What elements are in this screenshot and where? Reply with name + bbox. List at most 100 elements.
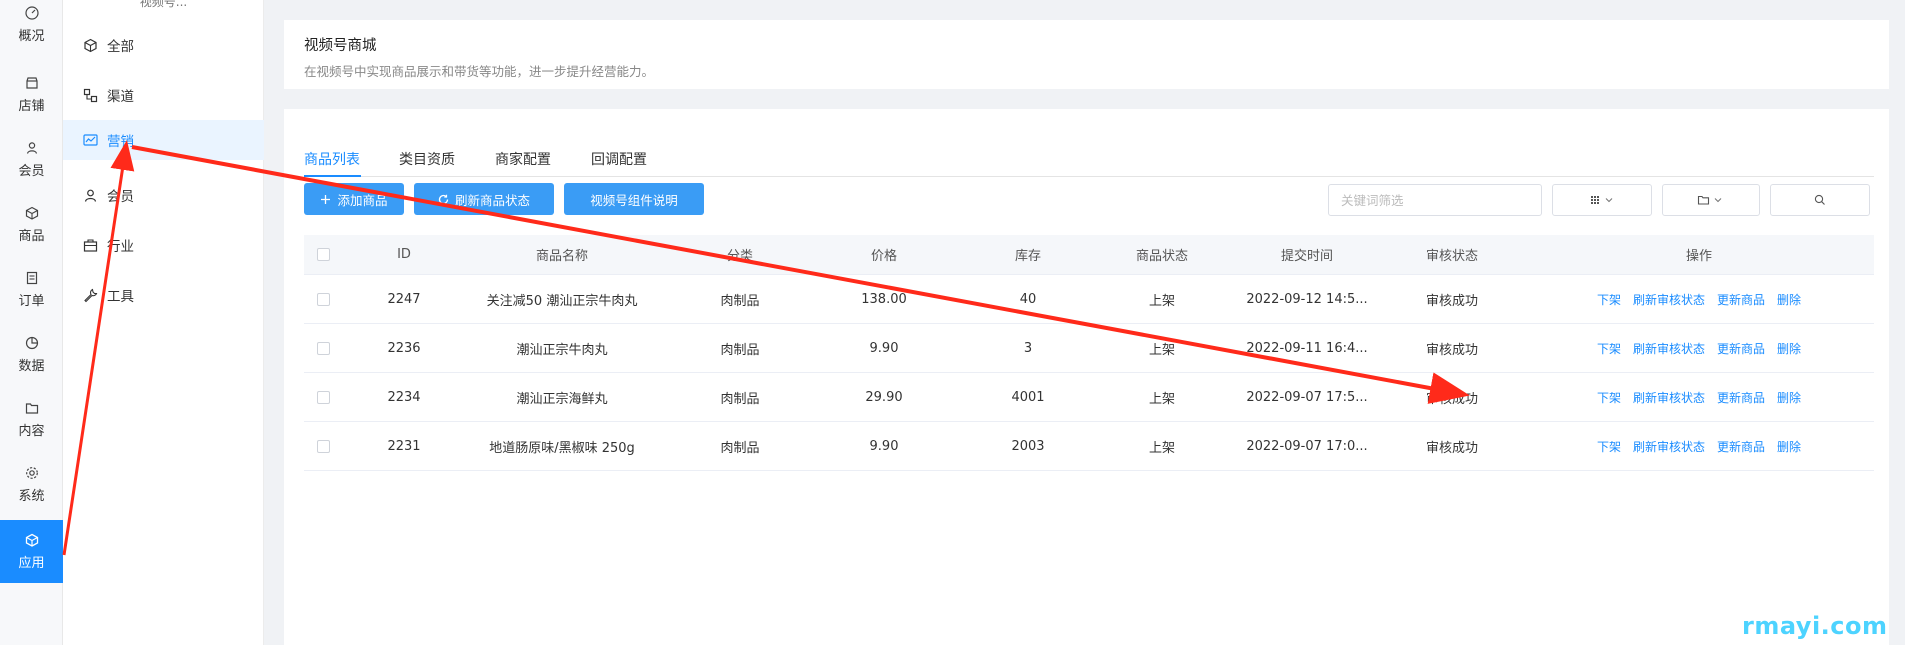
intro-card: 视频号商城 在视频号中实现商品展示和带货等功能，进一步提升经营能力。 [284, 20, 1889, 89]
header-submit-time: 提交时间 [1280, 249, 1333, 264]
search-icon [1814, 194, 1825, 205]
cell-price: 29.90 [865, 389, 903, 405]
sidebar-item-label: 工具 [107, 289, 134, 305]
sidebar-item-member[interactable]: 会员 [63, 176, 264, 214]
header-price: 价格 [870, 249, 897, 264]
tab-label: 商家配置 [495, 152, 551, 168]
nav-item-label: 内容 [18, 424, 45, 439]
refresh-audit-link[interactable]: 刷新审核状态 [1633, 291, 1705, 308]
cell-price: 138.00 [861, 291, 907, 307]
header-category: 分类 [726, 249, 753, 264]
product-table: ID 商品名称 分类 价格 库存 商品状态 提交时间 审核状态 操作 2247 … [304, 235, 1874, 471]
update-product-link[interactable]: 更新商品 [1717, 291, 1765, 308]
update-product-link[interactable]: 更新商品 [1717, 438, 1765, 455]
folder-icon [1697, 195, 1722, 205]
industry-icon [83, 238, 98, 252]
nav-item-overview[interactable]: 概况 [0, 0, 63, 50]
cell-status: 上架 [1148, 293, 1175, 309]
sidebar-item-channel[interactable]: 渠道 [63, 76, 264, 114]
nav-item-label: 系统 [18, 489, 45, 504]
tab-callback-config[interactable]: 回调配置 [591, 149, 647, 169]
sidebar-item-label: 全部 [107, 39, 134, 55]
header-audit-status: 审核状态 [1425, 249, 1478, 264]
cell-id: 2231 [387, 438, 421, 454]
sidebar-item-tools[interactable]: 工具 [63, 276, 264, 314]
nav-item-member[interactable]: 会员 [0, 135, 63, 185]
update-product-link[interactable]: 更新商品 [1717, 389, 1765, 406]
unlist-link[interactable]: 下架 [1597, 291, 1621, 308]
delete-link[interactable]: 删除 [1777, 438, 1801, 455]
nav-item-data[interactable]: 数据 [0, 330, 63, 380]
refresh-audit-link[interactable]: 刷新审核状态 [1633, 340, 1705, 357]
wrench-icon [84, 288, 98, 302]
delete-link[interactable]: 删除 [1777, 340, 1801, 357]
tab-label: 商品列表 [304, 152, 360, 168]
cell-category: 肉制品 [720, 440, 760, 456]
tab-category-qualification[interactable]: 类目资质 [399, 149, 455, 169]
component-guide-button[interactable]: 视频号组件说明 [564, 183, 704, 215]
update-product-link[interactable]: 更新商品 [1717, 340, 1765, 357]
row-checkbox[interactable] [316, 292, 330, 306]
sidebar-item-all[interactable]: 全部 [63, 26, 264, 64]
column-settings-button[interactable] [1552, 184, 1652, 216]
nav-item-store[interactable]: 店铺 [0, 70, 63, 120]
refresh-status-label: 刷新商品状态 [454, 192, 530, 208]
search-button[interactable] [1770, 184, 1870, 216]
row-checkbox[interactable] [316, 390, 330, 404]
tabs: 商品列表 类目资质 商家配置 回调配置 [304, 139, 1874, 177]
header-name: 商品名称 [535, 249, 588, 264]
cell-actions: 下架 刷新审核状态 更新商品 删除 [1524, 324, 1874, 372]
nav-item-product[interactable]: 商品 [0, 200, 63, 250]
row-checkbox[interactable] [316, 439, 330, 453]
cell-price: 9.90 [869, 438, 899, 454]
cell-price: 9.90 [869, 340, 899, 356]
cell-id: 2247 [387, 291, 421, 307]
nav-item-order[interactable]: 订单 [0, 265, 63, 315]
nav-item-label: 商品 [18, 229, 45, 244]
channel-icon [83, 88, 98, 102]
cell-name: 关注减50 潮汕正宗牛肉丸 [486, 293, 638, 309]
secondary-nav: 视频号... 全部 渠道 营销 会员 行业 工具 [63, 0, 264, 645]
nav-item-app[interactable]: 应用 [0, 520, 63, 583]
export-menu-button[interactable] [1662, 184, 1760, 216]
add-product-button[interactable]: 添加商品 [304, 183, 404, 215]
cell-category: 肉制品 [720, 293, 760, 309]
member-icon [26, 142, 37, 154]
nav-item-label: 会员 [18, 164, 45, 179]
cell-audit-status: 审核成功 [1425, 342, 1478, 358]
page-title: 视频号商城 [304, 38, 377, 54]
sidebar-item-label: 行业 [107, 239, 134, 255]
nav-item-content[interactable]: 内容 [0, 395, 63, 445]
select-all-cell [304, 235, 342, 274]
row-checkbox[interactable] [316, 341, 330, 355]
sidebar-item-label: 营销 [107, 134, 134, 150]
cell-category: 肉制品 [720, 391, 760, 407]
cell-stock: 3 [1023, 340, 1033, 356]
cell-audit-status: 审核成功 [1425, 391, 1478, 407]
unlist-link[interactable]: 下架 [1597, 389, 1621, 406]
delete-link[interactable]: 删除 [1777, 389, 1801, 406]
tab-merchant-config[interactable]: 商家配置 [495, 149, 551, 169]
main-card: 商品列表 类目资质 商家配置 回调配置 添加商品 刷新商品状态 视频号组件说明 [284, 109, 1889, 645]
nav-item-label: 概况 [18, 29, 45, 44]
unlist-link[interactable]: 下架 [1597, 438, 1621, 455]
cell-name: 潮汕正宗牛肉丸 [516, 342, 608, 358]
keyword-search-input[interactable] [1328, 184, 1542, 216]
unlist-link[interactable]: 下架 [1597, 340, 1621, 357]
cell-status: 上架 [1148, 342, 1175, 358]
cube-icon [84, 38, 97, 52]
tab-product-list[interactable]: 商品列表 [304, 149, 360, 169]
sidebar-item-marketing[interactable]: 营销 [63, 120, 264, 160]
cell-name: 潮汕正宗海鲜丸 [516, 391, 608, 407]
refresh-status-button[interactable]: 刷新商品状态 [414, 183, 554, 215]
delete-link[interactable]: 删除 [1777, 291, 1801, 308]
refresh-audit-link[interactable]: 刷新审核状态 [1633, 389, 1705, 406]
cell-stock: 40 [1019, 291, 1037, 307]
nav-item-system[interactable]: 系统 [0, 460, 63, 510]
refresh-audit-link[interactable]: 刷新审核状态 [1633, 438, 1705, 455]
tab-label: 回调配置 [591, 152, 647, 168]
cell-actions: 下架 刷新审核状态 更新商品 删除 [1524, 422, 1874, 470]
select-all-checkbox[interactable] [316, 248, 330, 261]
order-icon [26, 271, 37, 285]
sidebar-item-industry[interactable]: 行业 [63, 226, 264, 264]
